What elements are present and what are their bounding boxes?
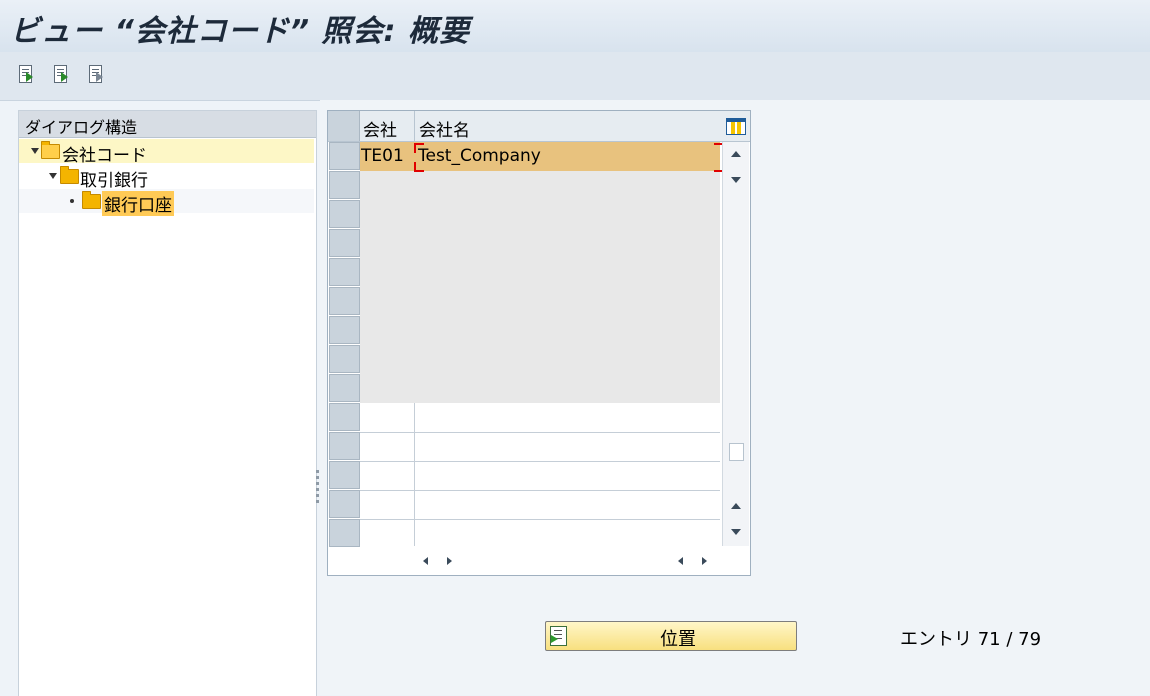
- scroll-up-icon[interactable]: [731, 151, 741, 157]
- expand-icon[interactable]: [31, 148, 39, 154]
- tree-item-label: 取引銀行: [80, 171, 148, 191]
- tree-item-bank-account[interactable]: 銀行口座: [19, 189, 314, 216]
- scroll-thumb[interactable]: [729, 443, 744, 461]
- leaf-bullet-icon: [70, 199, 74, 203]
- row-selector[interactable]: [329, 229, 360, 257]
- tree-item-company-code[interactable]: 会社コード: [19, 139, 314, 166]
- dialog-structure-title: ダイアログ構造: [25, 118, 138, 137]
- scroll-down-icon[interactable]: [731, 177, 741, 183]
- position-button-label: 位置: [660, 629, 696, 650]
- position-icon: [550, 626, 567, 646]
- cell-company-name[interactable]: Test_Company: [418, 146, 541, 166]
- row-selector[interactable]: [329, 316, 360, 344]
- table-body-area: [360, 142, 720, 403]
- tree-item-house-bank[interactable]: 取引銀行: [19, 164, 314, 191]
- other-view-icon[interactable]: [88, 65, 104, 83]
- row-selector[interactable]: [329, 461, 360, 489]
- company-code-table: 会社 会社名 TE01 Test_Company: [327, 110, 751, 576]
- application-toolbar: [0, 52, 1150, 101]
- scroll-left-icon[interactable]: [423, 557, 428, 565]
- column-header-company-name[interactable]: 会社名: [419, 116, 470, 141]
- select-detail-icon[interactable]: [18, 65, 34, 83]
- page-down-icon[interactable]: [731, 529, 741, 535]
- page-up-icon[interactable]: [731, 503, 741, 509]
- row-selector[interactable]: [329, 519, 360, 547]
- row-selector[interactable]: [329, 258, 360, 286]
- row-selector[interactable]: [329, 374, 360, 402]
- panel-splitter[interactable]: [316, 470, 320, 516]
- table-row[interactable]: TE01 Test_Company: [360, 142, 724, 172]
- select-all-button[interactable]: [328, 111, 360, 141]
- position-button[interactable]: 位置: [545, 621, 797, 651]
- title-bar: ビュー “会社コード” 照会: 概要: [0, 0, 1150, 53]
- cell-company-code[interactable]: TE01: [361, 146, 404, 166]
- folder-icon: [60, 166, 79, 184]
- dialog-structure-header: ダイアログ構造: [19, 111, 316, 138]
- scroll-right-end-icon[interactable]: [702, 557, 707, 565]
- row-selector[interactable]: [329, 287, 360, 315]
- expand-icon[interactable]: [49, 173, 57, 179]
- row-selector[interactable]: [329, 345, 360, 373]
- next-entry-icon[interactable]: [53, 65, 69, 83]
- row-selector[interactable]: [329, 142, 360, 170]
- window-title: ビュー “会社コード” 照会: 概要: [10, 14, 470, 49]
- folder-icon: [82, 191, 101, 209]
- column-header-company[interactable]: 会社: [363, 116, 397, 141]
- entry-counter: エントリ 71 / 79: [900, 629, 1042, 650]
- row-selector[interactable]: [329, 200, 360, 228]
- row-selector[interactable]: [329, 432, 360, 460]
- row-selector[interactable]: [329, 171, 360, 199]
- folder-open-icon: [41, 141, 60, 159]
- dialog-structure-panel: ダイアログ構造 会社コード 取引銀行 銀行口座: [18, 110, 317, 696]
- vertical-scrollbar[interactable]: [722, 142, 749, 546]
- table-header: 会社 会社名: [328, 111, 750, 142]
- scroll-right-icon[interactable]: [447, 557, 452, 565]
- row-selector[interactable]: [329, 490, 360, 518]
- row-selector[interactable]: [329, 403, 360, 431]
- scroll-left-end-icon[interactable]: [678, 557, 683, 565]
- tree-item-label: 会社コード: [62, 146, 147, 166]
- table-settings-icon[interactable]: [726, 118, 746, 135]
- tree-item-label: 銀行口座: [102, 191, 174, 216]
- horizontal-scrollbar[interactable]: [360, 548, 720, 572]
